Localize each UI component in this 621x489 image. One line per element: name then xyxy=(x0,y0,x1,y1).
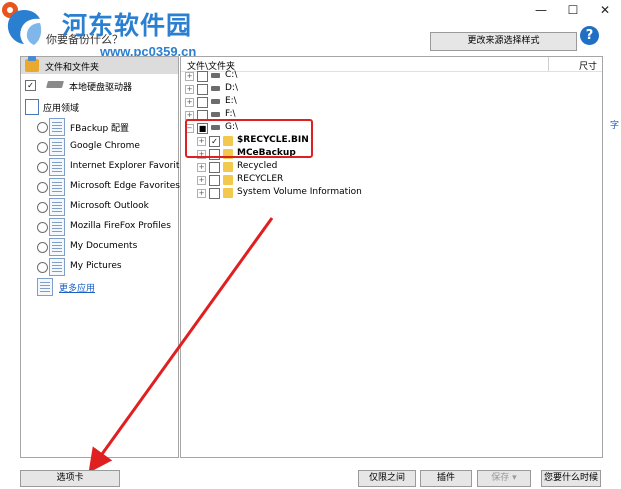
save-label: 保存 xyxy=(491,473,510,483)
dropdown-arrow-icon: ▾ xyxy=(512,473,517,483)
save-button[interactable]: 保存 ▾ xyxy=(477,470,531,487)
options-tab-button[interactable]: 选项卡 xyxy=(20,470,120,487)
schedule-button[interactable]: 您要什么时候 xyxy=(541,470,601,487)
only-between-button[interactable]: 仅限之间 xyxy=(358,470,416,487)
annotation-arrow xyxy=(88,217,274,473)
plugins-button[interactable]: 插件 xyxy=(420,470,472,487)
